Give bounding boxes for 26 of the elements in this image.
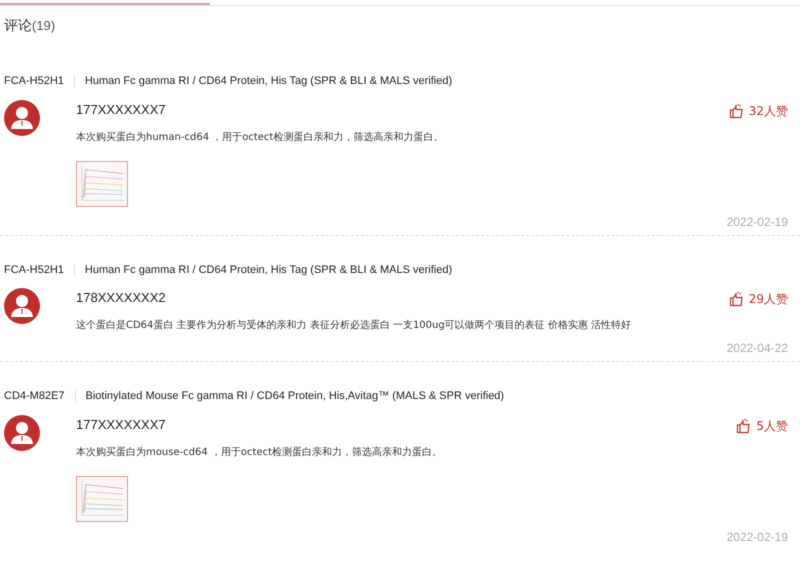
thumbs-up-icon: [736, 418, 752, 434]
product-sku: CD4-M82E7: [4, 389, 65, 404]
user-name: 177XXXXXXX7: [76, 416, 166, 434]
like-count[interactable]: 29人赞: [748, 290, 788, 308]
product-name: Human Fc gamma RI / CD64 Protein, His Tag (SPR & BLI & MALS verified): [84, 74, 452, 89]
like-count[interactable]: 5人赞: [756, 416, 788, 434]
product-name: Biotinylated Mouse Fc gamma RI / CD64 Protein, His,Avitag™ (MALS & SPR verified): [86, 389, 504, 404]
product-name: Human Fc gamma RI / CD64 Protein, His Tag (SPR & BLI & MALS verified): [84, 262, 452, 278]
comment-count: (19): [32, 17, 56, 35]
comment-text: 本次购买蛋白为mouse-cd64 ，用于octect检测蛋白亲和力，筛选高亲和力蛋白。: [76, 446, 444, 460]
like-count[interactable]: 32人赞: [748, 102, 788, 120]
comment-date: 2022-02-19: [726, 214, 788, 230]
product-sku: FCA-H52H1: [4, 74, 64, 89]
section-title: 评论: [4, 17, 32, 36]
thumbs-up-icon: [728, 291, 745, 307]
comment-date: 2022-02-19: [726, 528, 788, 546]
avatar-icon: [4, 288, 40, 324]
user-name: 177XXXXXXX7: [76, 100, 166, 119]
comment-date: 2022-04-22: [726, 340, 788, 357]
comment-text: 这个蛋白是CD64蛋白 主要作为分析与受体的亲和力 表征分析必选蛋白 一支100ug可以做两个项目的表征 价格实惠 活性特好: [76, 318, 632, 333]
thumbs-up-icon: [728, 102, 745, 118]
comment-text: 本次购买蛋白为human-cd64 ，用于octect检测蛋白亲和力，筛选高亲和力蛋白。: [76, 130, 444, 144]
user-name: 178XXXXXXX2: [76, 289, 166, 308]
product-sku: FCA-H52H1: [4, 262, 64, 278]
avatar-icon: [4, 100, 40, 136]
avatar-icon: [4, 414, 40, 450]
